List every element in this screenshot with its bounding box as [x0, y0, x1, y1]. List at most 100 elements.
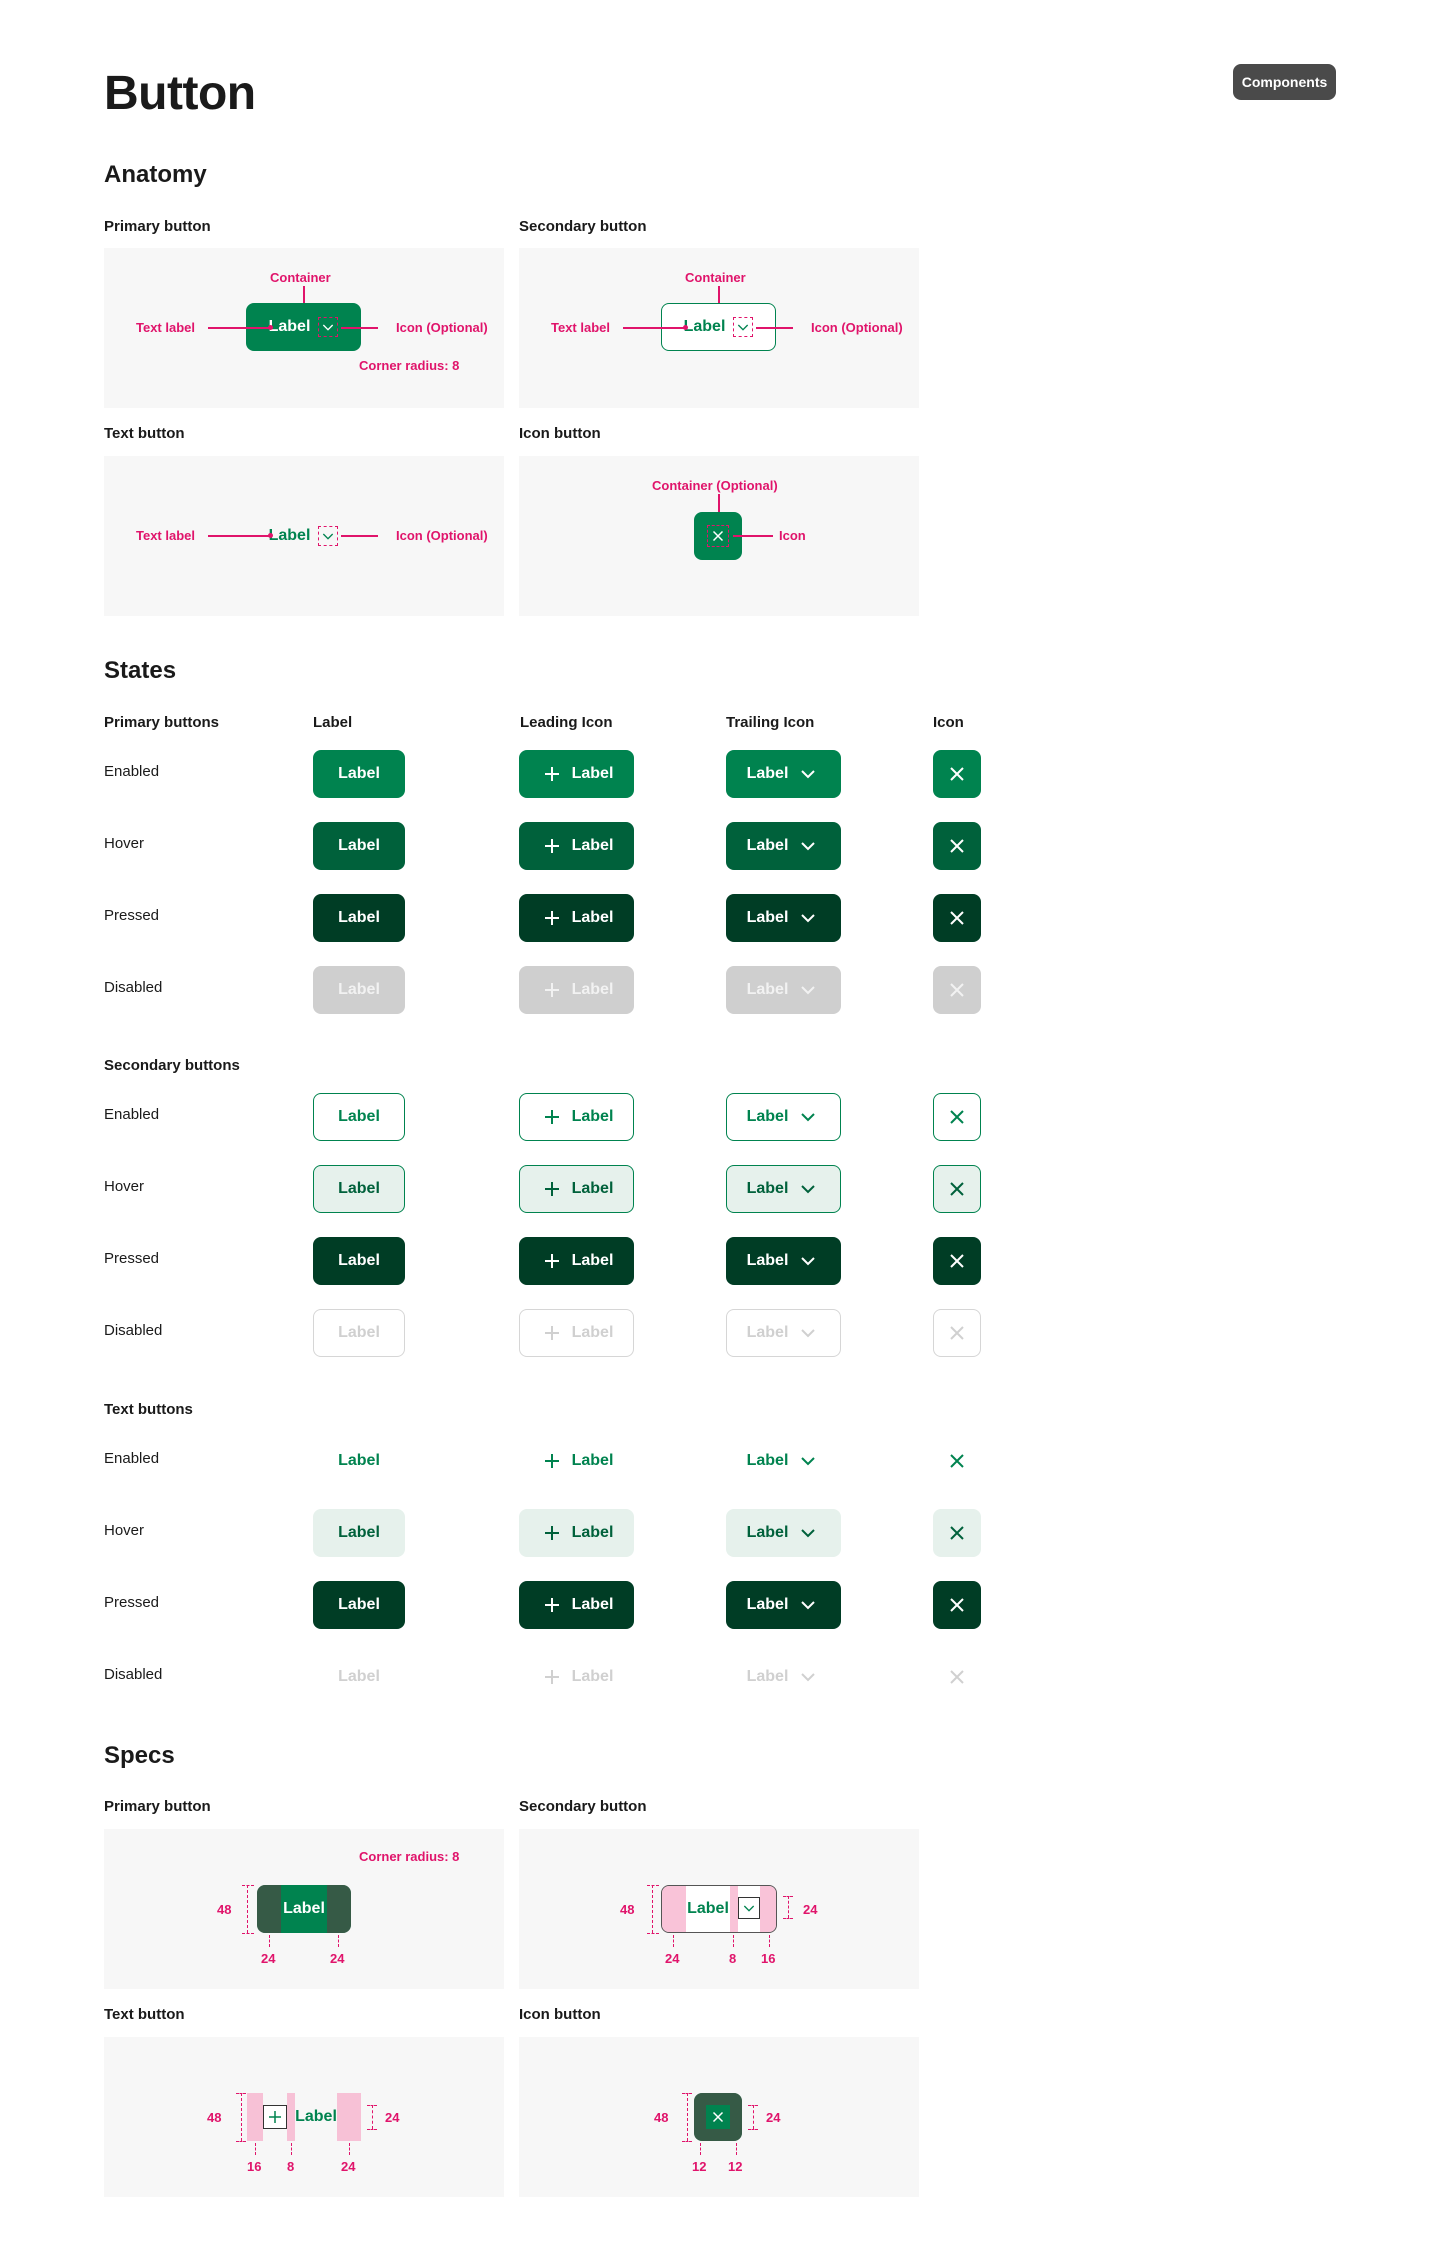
padding-right-value: 24: [341, 2159, 356, 2174]
pri-enabled-label-button[interactable]: Label: [313, 750, 405, 798]
button-label: Label: [571, 765, 614, 782]
button-label: Label: [746, 1252, 789, 1269]
height-guide: [241, 2093, 242, 2141]
plus-icon: [544, 983, 559, 997]
pri-pressed-trailing-icon-button[interactable]: Label: [726, 894, 841, 942]
txt-enabled-leading-icon-button[interactable]: Label: [519, 1437, 634, 1485]
padding-right-value: 24: [330, 1951, 345, 1966]
state-label-enabled: Enabled: [104, 763, 160, 780]
pri-hover-leading-icon-button[interactable]: Label: [519, 822, 634, 870]
pri-enabled-icon-button[interactable]: [933, 750, 981, 798]
pri-pressed-leading-icon-button[interactable]: Label: [519, 894, 634, 942]
pri-disabled-label-button[interactable]: Label: [313, 966, 405, 1014]
sec-disabled-leading-icon-button[interactable]: Label: [519, 1309, 634, 1357]
txt-hover-label-button[interactable]: Label: [313, 1509, 405, 1557]
txt-disabled-icon-button[interactable]: [933, 1653, 981, 1701]
spec-secondary-title: Secondary button: [519, 1798, 647, 1815]
txt-pressed-trailing-icon-button[interactable]: Label: [726, 1581, 841, 1629]
pri-pressed-icon-button[interactable]: [933, 894, 981, 942]
close-icon: [950, 1110, 964, 1124]
sec-disabled-icon-button[interactable]: [933, 1309, 981, 1357]
button-label: Label: [571, 837, 614, 854]
icon-annotation: Icon (Optional): [396, 320, 488, 335]
close-icon: [706, 2105, 730, 2129]
height-guide: [247, 1885, 248, 1933]
icon-size-guide: [783, 1918, 793, 1919]
padding-right-area: [760, 1886, 776, 1932]
sec-enabled-leading-icon-button[interactable]: Label: [519, 1093, 634, 1141]
sec-disabled-label-button[interactable]: Label: [313, 1309, 405, 1357]
pri-enabled-trailing-icon-button[interactable]: Label: [726, 750, 841, 798]
annotation-line: [623, 327, 685, 329]
txt-hover-leading-icon-button[interactable]: Label: [519, 1509, 634, 1557]
pri-hover-trailing-icon-button[interactable]: Label: [726, 822, 841, 870]
pri-disabled-trailing-icon-button[interactable]: Label: [726, 966, 841, 1014]
anatomy-icon-panel: Container (Optional) Icon: [519, 456, 919, 616]
button-label: Label: [746, 1324, 789, 1341]
button-label: Label: [746, 837, 789, 854]
txt-disabled-leading-icon-button[interactable]: Label: [519, 1653, 634, 1701]
button-label: Label: [338, 1108, 380, 1125]
close-icon: [950, 1454, 964, 1468]
txt-disabled-trailing-icon-button[interactable]: Label: [726, 1653, 841, 1701]
button-label: Label: [683, 318, 726, 335]
txt-pressed-leading-icon-button[interactable]: Label: [519, 1581, 634, 1629]
gap-area: [287, 2093, 295, 2141]
sec-disabled-trailing-icon-button[interactable]: Label: [726, 1309, 841, 1357]
annotation-line: [208, 535, 270, 537]
sec-enabled-trailing-icon-button[interactable]: Label: [726, 1093, 841, 1141]
txt-enabled-icon-button[interactable]: [933, 1437, 981, 1485]
icon-size-value: 24: [385, 2110, 400, 2125]
chevron-down-icon: [801, 914, 816, 923]
txt-disabled-label-button[interactable]: Label: [313, 1653, 405, 1701]
state-label-enabled: Enabled: [104, 1106, 160, 1123]
button-label: Label: [338, 1180, 380, 1197]
pri-enabled-leading-icon-button[interactable]: Label: [519, 750, 634, 798]
pri-hover-label-button[interactable]: Label: [313, 822, 405, 870]
txt-hover-trailing-icon-button[interactable]: Label: [726, 1509, 841, 1557]
txt-pressed-label-button[interactable]: Label: [313, 1581, 405, 1629]
sec-hover-label-button[interactable]: Label: [313, 1165, 405, 1213]
button-label: Label: [338, 1452, 380, 1469]
txt-hover-icon-button[interactable]: [933, 1509, 981, 1557]
height-value: 48: [207, 2110, 222, 2125]
annotation-line: [208, 327, 270, 329]
col-label: Label: [313, 714, 353, 731]
sec-pressed-icon-button[interactable]: [933, 1237, 981, 1285]
chevron-down-icon: [801, 1257, 816, 1266]
gap-value: 8: [729, 1951, 737, 1966]
sec-hover-leading-icon-button[interactable]: Label: [519, 1165, 634, 1213]
padding-right-area: [337, 2093, 361, 2141]
pri-disabled-icon-button[interactable]: [933, 966, 981, 1014]
pri-hover-icon-button[interactable]: [933, 822, 981, 870]
sec-enabled-icon-button[interactable]: [933, 1093, 981, 1141]
txt-pressed-icon-button[interactable]: [933, 1581, 981, 1629]
close-icon: [950, 983, 964, 997]
txt-enabled-label-button[interactable]: Label: [313, 1437, 405, 1485]
plus-icon: [544, 1254, 559, 1268]
sec-pressed-trailing-icon-button[interactable]: Label: [726, 1237, 841, 1285]
sec-hover-icon-button[interactable]: [933, 1165, 981, 1213]
icon-size-guide: [753, 2105, 754, 2129]
chevron-down-icon: [318, 526, 339, 546]
spec-primary-title: Primary button: [104, 1798, 211, 1815]
sec-enabled-label-button[interactable]: Label: [313, 1093, 405, 1141]
components-tag[interactable]: Components: [1233, 64, 1336, 100]
txt-enabled-trailing-icon-button[interactable]: Label: [726, 1437, 841, 1485]
button-label: Label: [746, 1108, 789, 1125]
button-label: Label: [571, 1324, 614, 1341]
height-guide: [647, 1885, 659, 1886]
pri-pressed-label-button[interactable]: Label: [313, 894, 405, 942]
states-heading: States: [104, 657, 177, 684]
sec-pressed-leading-icon-button[interactable]: Label: [519, 1237, 634, 1285]
sec-hover-trailing-icon-button[interactable]: Label: [726, 1165, 841, 1213]
button-label: Label: [338, 981, 380, 998]
button-label: Label: [338, 1524, 380, 1541]
sec-pressed-label-button[interactable]: Label: [313, 1237, 405, 1285]
button-label: Label: [571, 1668, 614, 1685]
close-icon: [950, 911, 964, 925]
plus-icon: [544, 1110, 559, 1124]
pri-disabled-leading-icon-button[interactable]: Label: [519, 966, 634, 1014]
padding-left-value: 24: [261, 1951, 276, 1966]
gap-guide: [733, 1935, 734, 1947]
